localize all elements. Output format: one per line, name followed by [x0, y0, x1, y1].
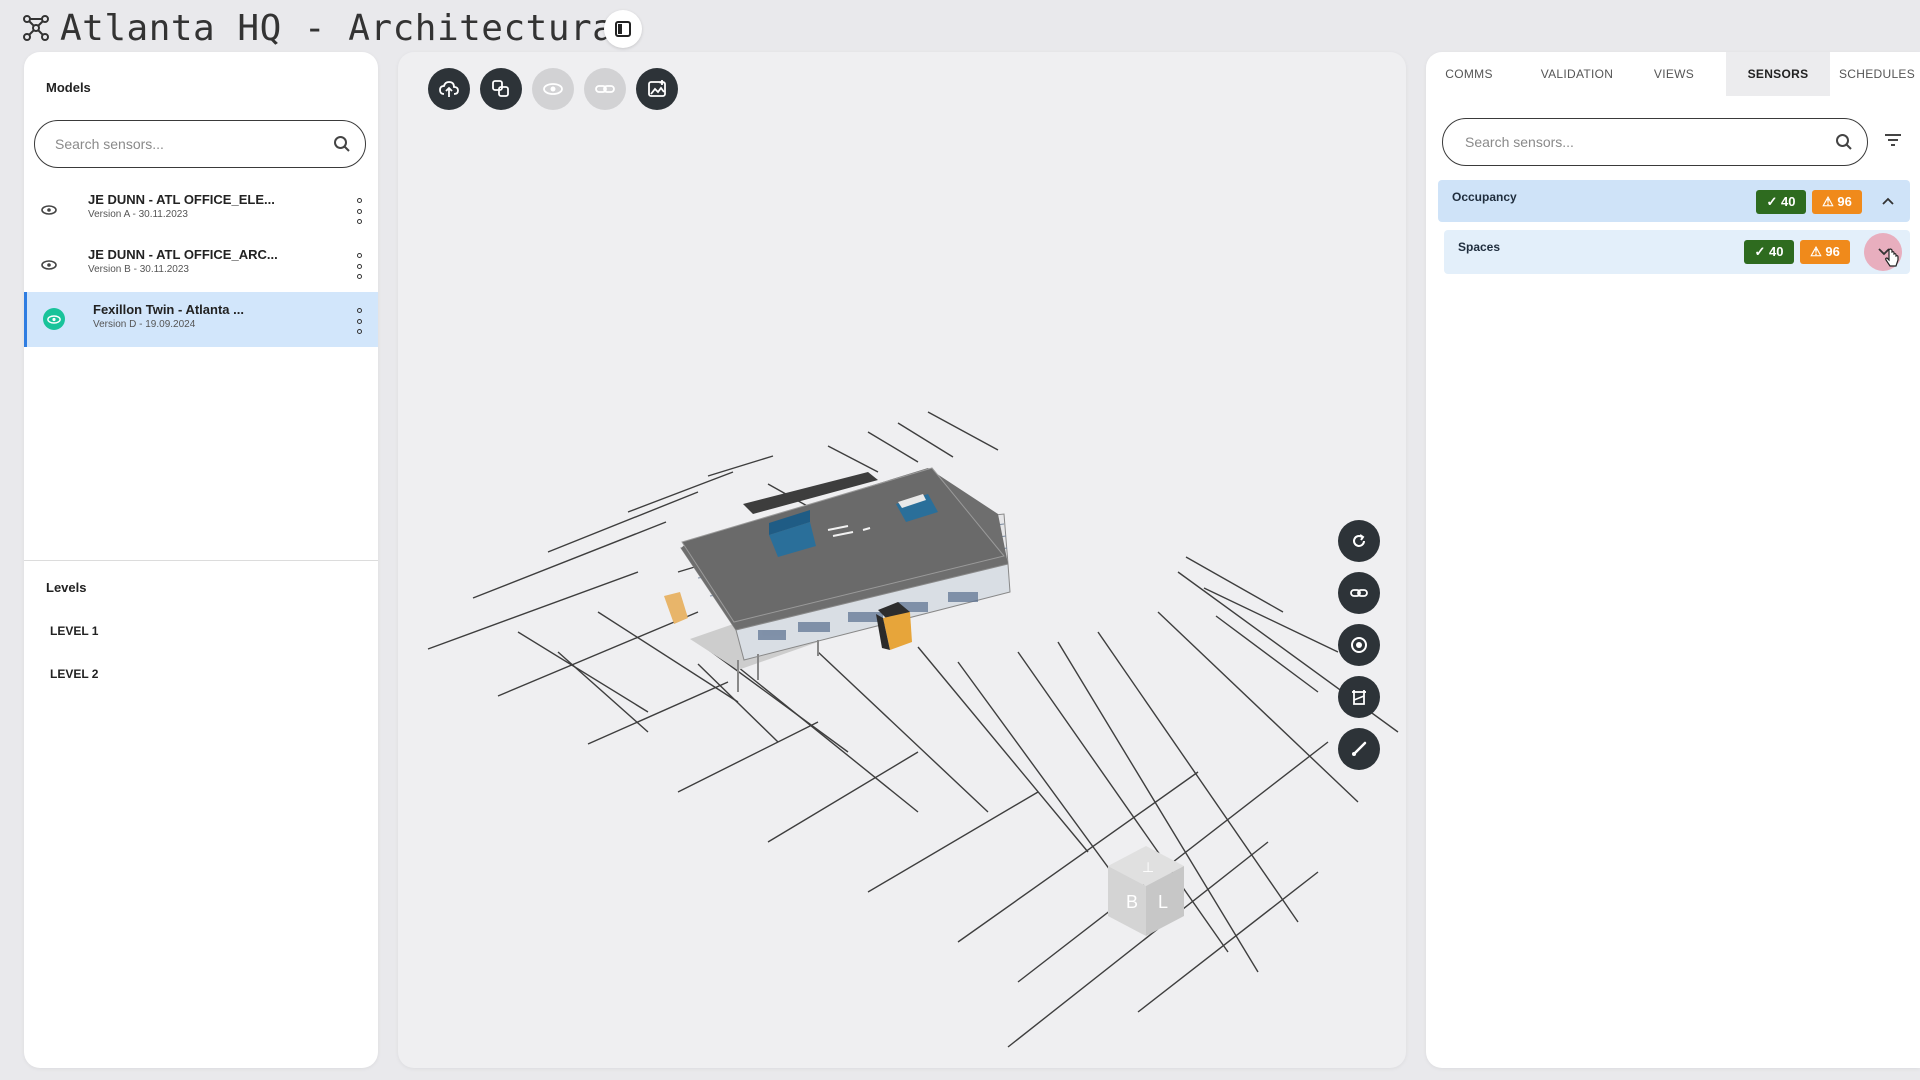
model-item-selected[interactable]: Fexillon Twin - Atlanta ... Version D - …: [24, 292, 378, 347]
level-item[interactable]: LEVEL 1: [50, 624, 98, 638]
filter-icon[interactable]: [1884, 132, 1902, 148]
image-icon: [648, 80, 666, 97]
ok-count-badge: ✓ 40: [1744, 240, 1794, 264]
markup-button[interactable]: [1338, 728, 1380, 770]
tab-views[interactable]: VIEWS: [1640, 52, 1708, 96]
brush-icon: [1352, 741, 1367, 756]
sensors-search-input[interactable]: [1463, 133, 1835, 151]
levels-heading: Levels: [46, 580, 87, 595]
svg-text:L: L: [1158, 892, 1168, 912]
reset-view-button[interactable]: [1338, 520, 1380, 562]
tab-bar: COMMS VALIDATION VIEWS SENSORS SCHEDULES: [1426, 52, 1920, 96]
more-options-icon[interactable]: [354, 308, 364, 334]
model-name: Fexillon Twin - Atlanta ...: [93, 302, 244, 317]
models-search-input[interactable]: [53, 135, 333, 153]
sensors-search[interactable]: [1442, 118, 1868, 166]
link-view-button[interactable]: [1338, 572, 1380, 614]
model-version: Version B - 30.11.2023: [88, 264, 189, 275]
frame-icon: [1352, 690, 1366, 705]
upload-button[interactable]: [428, 68, 470, 110]
level-item[interactable]: LEVEL 2: [50, 667, 98, 681]
search-icon[interactable]: [333, 135, 351, 153]
eye-on-icon[interactable]: [43, 308, 65, 330]
refresh-icon: [1353, 534, 1365, 547]
warning-count-badge: ⚠ 96: [1812, 190, 1862, 214]
models-panel: Models JE DUNN - ATL OFFICE_ELE... Versi…: [24, 52, 378, 1068]
page-title: Atlanta HQ - Architectural: [60, 8, 637, 49]
sensor-group-occupancy[interactable]: Occupancy ✓ 40 ⚠ 96: [1438, 180, 1910, 222]
navcube: B L ⊥: [1108, 846, 1184, 936]
network-logo-icon: [23, 15, 49, 41]
building-3d-scene[interactable]: B L ⊥: [398, 52, 1406, 1068]
tab-validation[interactable]: VALIDATION: [1524, 52, 1630, 96]
tab-comms[interactable]: COMMS: [1426, 52, 1512, 96]
focus-button[interactable]: [1338, 624, 1380, 666]
model-item[interactable]: JE DUNN - ATL OFFICE_ELE... Version A - …: [24, 182, 378, 237]
model-version: Version A - 30.11.2023: [88, 209, 188, 220]
snapshot-button[interactable]: [636, 68, 678, 110]
model-name: JE DUNN - ATL OFFICE_ELE...: [88, 192, 275, 207]
hand-cursor-icon: [1885, 248, 1899, 267]
sidebar-toggle-button[interactable]: [604, 10, 642, 48]
models-heading: Models: [46, 80, 91, 95]
cloud-upload-icon: [439, 81, 459, 97]
divider: [24, 560, 378, 561]
tab-sensors[interactable]: SENSORS: [1726, 52, 1830, 96]
model-list: JE DUNN - ATL OFFICE_ELE... Version A - …: [24, 182, 378, 347]
sidebar-toggle-icon: [615, 21, 631, 37]
group-label: Spaces: [1458, 240, 1501, 254]
model-viewer[interactable]: B L ⊥: [398, 52, 1406, 1068]
section-box-button[interactable]: [1338, 676, 1380, 718]
more-options-icon[interactable]: [354, 253, 364, 279]
chevron-up-icon[interactable]: [1878, 191, 1898, 211]
layers-button[interactable]: [480, 68, 522, 110]
sensors-panel: COMMS VALIDATION VIEWS SENSORS SCHEDULES…: [1426, 52, 1920, 1068]
eye-off-icon[interactable]: [40, 201, 58, 219]
model-item[interactable]: JE DUNN - ATL OFFICE_ARC... Version B - …: [24, 237, 378, 292]
sensor-group-spaces[interactable]: Spaces ✓ 40 ⚠ 96: [1444, 230, 1910, 274]
warning-count-badge: ⚠ 96: [1800, 240, 1850, 264]
group-label: Occupancy: [1452, 190, 1517, 204]
more-options-icon[interactable]: [354, 198, 364, 224]
visibility-button[interactable]: [532, 68, 574, 110]
link-icon: [1350, 589, 1368, 597]
model-name: JE DUNN - ATL OFFICE_ARC...: [88, 247, 278, 262]
model-version: Version D - 19.09.2024: [93, 319, 196, 330]
search-icon[interactable]: [1835, 133, 1853, 151]
eye-icon: [543, 83, 563, 95]
models-search[interactable]: [34, 120, 366, 168]
layers-icon: [492, 80, 509, 97]
link-button[interactable]: [584, 68, 626, 110]
app-header: Atlanta HQ - Architectural: [0, 0, 1920, 56]
target-icon: [1351, 637, 1367, 653]
eye-off-icon[interactable]: [40, 256, 58, 274]
svg-text:⊥: ⊥: [1142, 859, 1154, 875]
ok-count-badge: ✓ 40: [1756, 190, 1806, 214]
svg-text:B: B: [1126, 892, 1138, 912]
tab-schedules[interactable]: SCHEDULES: [1834, 52, 1920, 96]
link-icon: [595, 85, 615, 93]
